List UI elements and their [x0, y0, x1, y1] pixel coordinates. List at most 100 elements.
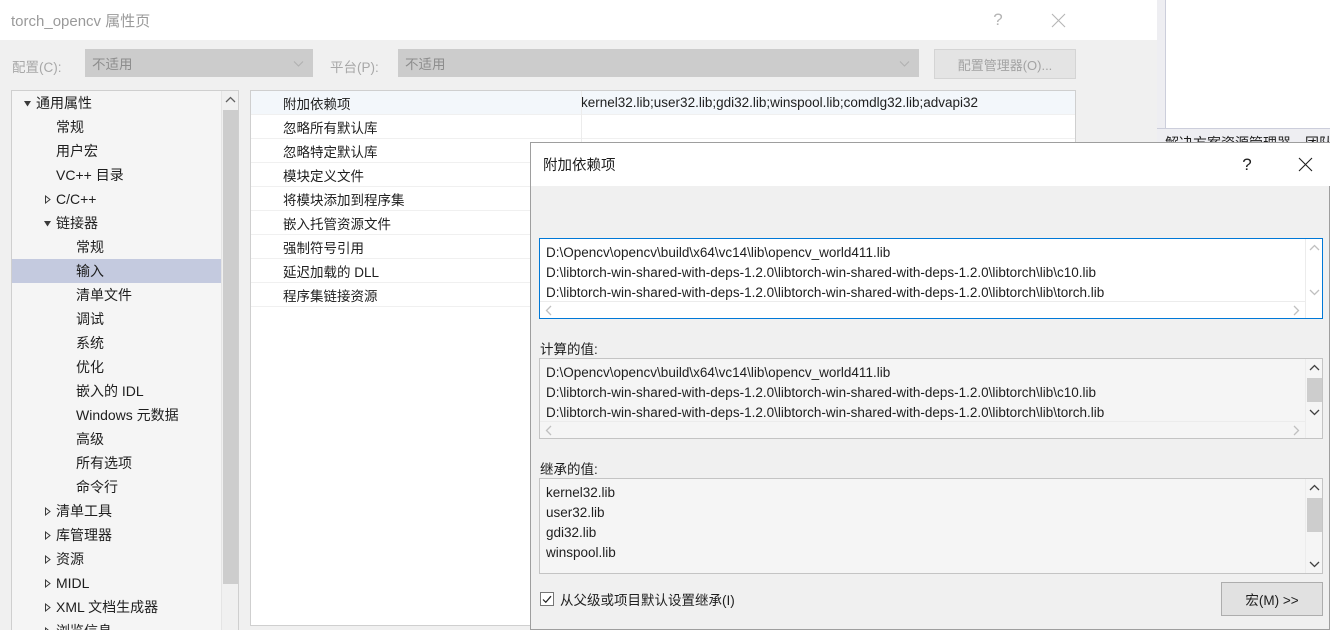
inherited-value-vscrollbar[interactable]	[1305, 479, 1322, 573]
inherited-lib-line: gdi32.lib	[546, 525, 597, 540]
computed-value-hscrollbar[interactable]	[540, 421, 1305, 438]
tree-item[interactable]: 命令行	[12, 475, 222, 499]
computed-value-vscrollbar[interactable]	[1305, 359, 1322, 438]
property-name: 忽略所有默认库	[283, 120, 378, 136]
tree-item-label: 调试	[76, 311, 104, 327]
chevron-right-icon[interactable]	[38, 506, 56, 516]
tree-item[interactable]: 清单文件	[12, 283, 222, 307]
dependencies-input[interactable]: D:\Opencv\opencv\build\x64\vc14\lib\open…	[539, 238, 1323, 319]
computed-value-box[interactable]: D:\Opencv\opencv\build\x64\vc14\lib\open…	[539, 358, 1323, 439]
tree-item[interactable]: 清单工具	[12, 499, 222, 523]
chevron-down-icon[interactable]	[38, 219, 56, 228]
close-icon[interactable]	[1282, 143, 1328, 186]
chevron-right-icon[interactable]	[38, 602, 56, 612]
checkbox-box[interactable]	[540, 592, 554, 606]
tree-item[interactable]: 资源	[12, 547, 222, 571]
dependencies-input-lines: D:\Opencv\opencv\build\x64\vc14\lib\open…	[546, 243, 1304, 303]
scroll-left-icon[interactable]	[540, 302, 557, 318]
dependencies-input-vscrollbar[interactable]	[1305, 239, 1322, 318]
scroll-up-icon[interactable]	[222, 91, 238, 108]
inherited-value-label: 继承的值:	[540, 462, 598, 477]
tree-item-label: Windows 元数据	[76, 407, 179, 423]
tree-item[interactable]: 嵌入的 IDL	[12, 379, 222, 403]
tree-item[interactable]: 系统	[12, 331, 222, 355]
scroll-thumb[interactable]	[1307, 378, 1322, 402]
inherit-checkbox-label: 从父级或项目默认设置继承(I)	[560, 593, 735, 608]
chevron-right-icon[interactable]	[38, 578, 56, 588]
tree-item-label: 常规	[76, 239, 104, 255]
macros-button[interactable]: 宏(M) >>	[1221, 582, 1323, 616]
scroll-down-icon[interactable]	[1306, 556, 1322, 573]
table-row[interactable]: 附加依赖项 kernel32.lib;user32.lib;gdi32.lib;w…	[251, 91, 1075, 115]
tree-item-label: 高级	[76, 431, 104, 447]
tree-item[interactable]: 用户宏	[12, 139, 222, 163]
tree-item-label: 系统	[76, 335, 104, 351]
inherited-lib-line: winspool.lib	[546, 545, 616, 560]
dependency-path-line: D:\libtorch-win-shared-with-deps-1.2.0\l…	[546, 285, 1105, 300]
computed-path-line: D:\libtorch-win-shared-with-deps-1.2.0\l…	[546, 405, 1105, 420]
dialog-titlebar: 附加依赖项 ?	[531, 143, 1330, 186]
scroll-down-icon[interactable]	[1306, 284, 1322, 301]
tree-item[interactable]: 库管理器	[12, 523, 222, 547]
check-icon	[542, 595, 552, 603]
dependencies-input-hscrollbar[interactable]	[540, 301, 1305, 318]
tree-item-label: VC++ 目录	[56, 167, 124, 183]
platform-select: 不适用	[398, 49, 919, 77]
tree-item[interactable]: 常规	[12, 235, 222, 259]
chevron-down-icon	[293, 56, 304, 71]
tree-item[interactable]: 通用属性	[12, 91, 222, 115]
property-tree-items[interactable]: 通用属性 常规 用户宏 VC++ 目录 C/C++ 链接器 常规 输入 清单文件 调试 系统 优化 嵌入…	[12, 91, 222, 630]
tree-item[interactable]: 输入	[12, 259, 222, 283]
computed-value-lines: D:\Opencv\opencv\build\x64\vc14\lib\open…	[546, 363, 1304, 423]
platform-label: 平台(P):	[330, 60, 379, 75]
scroll-right-icon[interactable]	[1288, 302, 1305, 318]
tree-item[interactable]: 常规	[12, 115, 222, 139]
scroll-left-icon[interactable]	[540, 422, 557, 438]
dialog-title: 附加依赖项	[543, 158, 616, 174]
platform-value: 不适用	[405, 57, 446, 72]
tree-item[interactable]: C/C++	[12, 187, 222, 211]
scroll-thumb[interactable]	[223, 110, 238, 584]
chevron-right-icon[interactable]	[38, 530, 56, 540]
tree-item[interactable]: 优化	[12, 355, 222, 379]
property-tree[interactable]: 通用属性 常规 用户宏 VC++ 目录 C/C++ 链接器 常规 输入 清单文件 调试 系统 优化 嵌入…	[11, 90, 239, 630]
tree-item-label: 用户宏	[56, 143, 98, 159]
tree-item-label: 优化	[76, 359, 104, 375]
scroll-up-icon[interactable]	[1306, 359, 1322, 376]
tree-item[interactable]: 高级	[12, 427, 222, 451]
tree-item[interactable]: VC++ 目录	[12, 163, 222, 187]
table-row[interactable]: 忽略所有默认库	[251, 115, 1075, 139]
scroll-thumb[interactable]	[1307, 498, 1322, 532]
tree-item[interactable]: 调试	[12, 307, 222, 331]
scroll-down-icon[interactable]	[1306, 404, 1322, 421]
tree-item[interactable]: MIDL	[12, 571, 222, 595]
tree-item-label: 清单文件	[76, 287, 132, 303]
chevron-right-icon[interactable]	[38, 554, 56, 564]
inherited-value-box[interactable]: kernel32.lib user32.lib gdi32.lib winspool.…	[539, 478, 1323, 574]
scroll-up-icon[interactable]	[1306, 239, 1322, 256]
tree-item-label: 输入	[76, 263, 104, 279]
tree-item[interactable]: 所有选项	[12, 451, 222, 475]
chevron-right-icon[interactable]	[38, 194, 56, 204]
computed-value-label: 计算的值:	[540, 342, 598, 357]
tree-item-label: 嵌入的 IDL	[76, 383, 144, 399]
tree-item-label: 通用属性	[36, 95, 92, 111]
tree-item-label: MIDL	[56, 575, 90, 591]
chevron-right-icon[interactable]	[38, 626, 56, 630]
question-mark-icon[interactable]: ?	[1224, 143, 1270, 186]
chevron-down-icon[interactable]	[18, 99, 36, 108]
scroll-up-icon[interactable]	[1306, 479, 1322, 496]
tree-item[interactable]: Windows 元数据	[12, 403, 222, 427]
inherit-checkbox[interactable]: 从父级或项目默认设置继承(I)	[540, 589, 735, 609]
property-value[interactable]: kernel32.lib;user32.lib;gdi32.lib;winspo…	[581, 95, 1075, 110]
scroll-right-icon[interactable]	[1288, 422, 1305, 438]
inherited-value-lines: kernel32.lib user32.lib gdi32.lib winspool.…	[546, 483, 1304, 563]
config-manager-button: 配置管理器(O)...	[934, 49, 1076, 79]
configuration-value: 不适用	[92, 57, 133, 72]
tree-item[interactable]: 浏览信息	[12, 619, 222, 630]
tree-item[interactable]: XML 文档生成器	[12, 595, 222, 619]
dependency-path-line: D:\libtorch-win-shared-with-deps-1.2.0\l…	[546, 265, 1096, 280]
property-tree-scrollbar[interactable]	[221, 91, 238, 630]
tree-item[interactable]: 链接器	[12, 211, 222, 235]
inherited-lib-line: kernel32.lib	[546, 485, 616, 500]
